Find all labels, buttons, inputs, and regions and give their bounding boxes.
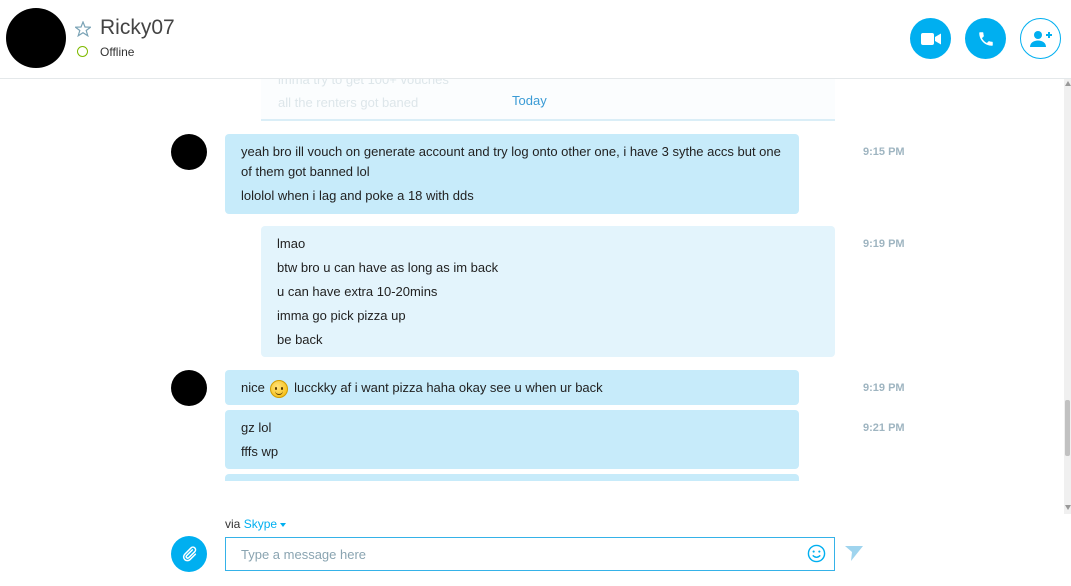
date-divider: Today <box>512 93 547 108</box>
message-timestamp: 9:21 PM <box>863 422 905 434</box>
emoticon-picker-icon[interactable] <box>807 544 826 563</box>
message-bubble-outgoing[interactable]: lmao btw bro u can have as long as im ba… <box>261 226 835 357</box>
video-call-button[interactable] <box>910 18 951 59</box>
paperclip-icon <box>182 546 197 562</box>
sender-avatar[interactable] <box>171 370 207 406</box>
message-bubble-incoming[interactable]: gz lol fffs wp <box>225 410 799 469</box>
message-timestamp: 9:15 PM <box>863 146 905 158</box>
smile-emoji-icon[interactable] <box>270 379 289 398</box>
contact-status: Offline <box>100 45 135 59</box>
presence-offline-icon <box>77 46 88 57</box>
scrollbar-thumb[interactable] <box>1065 400 1070 456</box>
message-input[interactable] <box>225 537 835 571</box>
audio-call-button[interactable] <box>965 18 1006 59</box>
service-selector[interactable]: Skype <box>243 517 287 531</box>
message-text: u can have extra 10-20mins <box>277 284 438 299</box>
message-text: yeah bro ill vouch on generate account a… <box>241 144 781 179</box>
message-text: be back <box>277 332 323 347</box>
previous-message-line: imma try to get 100+ vouches <box>278 79 449 87</box>
previous-message-line: all the renters got baned <box>278 95 419 110</box>
service-name: Skype <box>243 517 278 531</box>
via-service-label: via Skype <box>225 517 287 531</box>
message-text: gz lol <box>241 420 272 435</box>
send-message-icon[interactable] <box>845 546 863 561</box>
message-text: btw bro u can have as long as im back <box>277 260 499 275</box>
message-text: nice lucckky af i want pizza haha okay s… <box>241 378 783 398</box>
message-text: lmao <box>277 236 306 251</box>
scroll-down-arrow-icon[interactable] <box>1065 505 1071 510</box>
contact-avatar[interactable] <box>6 8 66 68</box>
message-text-part: lucckky af i want pizza haha okay see u … <box>294 380 603 395</box>
attach-file-button[interactable] <box>171 536 207 572</box>
video-camera-icon <box>920 32 941 45</box>
message-text: fffs wp <box>241 444 279 459</box>
message-text: lololol when i lag and poke a 18 with dd… <box>241 188 474 203</box>
message-bubble-incoming-partial[interactable] <box>225 474 799 481</box>
conversation-header: Ricky07 Offline <box>0 0 1071 79</box>
message-text-part: nice <box>241 380 265 395</box>
add-person-icon <box>1029 30 1052 47</box>
scroll-up-arrow-icon[interactable] <box>1065 81 1071 86</box>
message-bubble-incoming[interactable]: nice lucckky af i want pizza haha okay s… <box>225 370 799 405</box>
favorite-star-icon[interactable] <box>75 21 91 37</box>
add-people-button[interactable] <box>1020 18 1061 59</box>
via-label: via <box>225 517 241 531</box>
phone-icon <box>978 31 993 46</box>
contact-name[interactable]: Ricky07 <box>100 16 175 40</box>
message-timestamp: 9:19 PM <box>863 382 905 394</box>
message-list[interactable]: imma try to get 100+ vouches all the ren… <box>0 79 1064 481</box>
sender-avatar[interactable] <box>171 134 207 170</box>
message-timestamp: 9:19 PM <box>863 238 905 250</box>
chevron-down-icon <box>280 522 287 527</box>
skype-chat-window: Ricky07 Offline imma try to get 100+ vou… <box>0 0 1071 586</box>
message-text: imma go pick pizza up <box>277 308 406 323</box>
message-bubble-incoming[interactable]: yeah bro ill vouch on generate account a… <box>225 134 799 214</box>
